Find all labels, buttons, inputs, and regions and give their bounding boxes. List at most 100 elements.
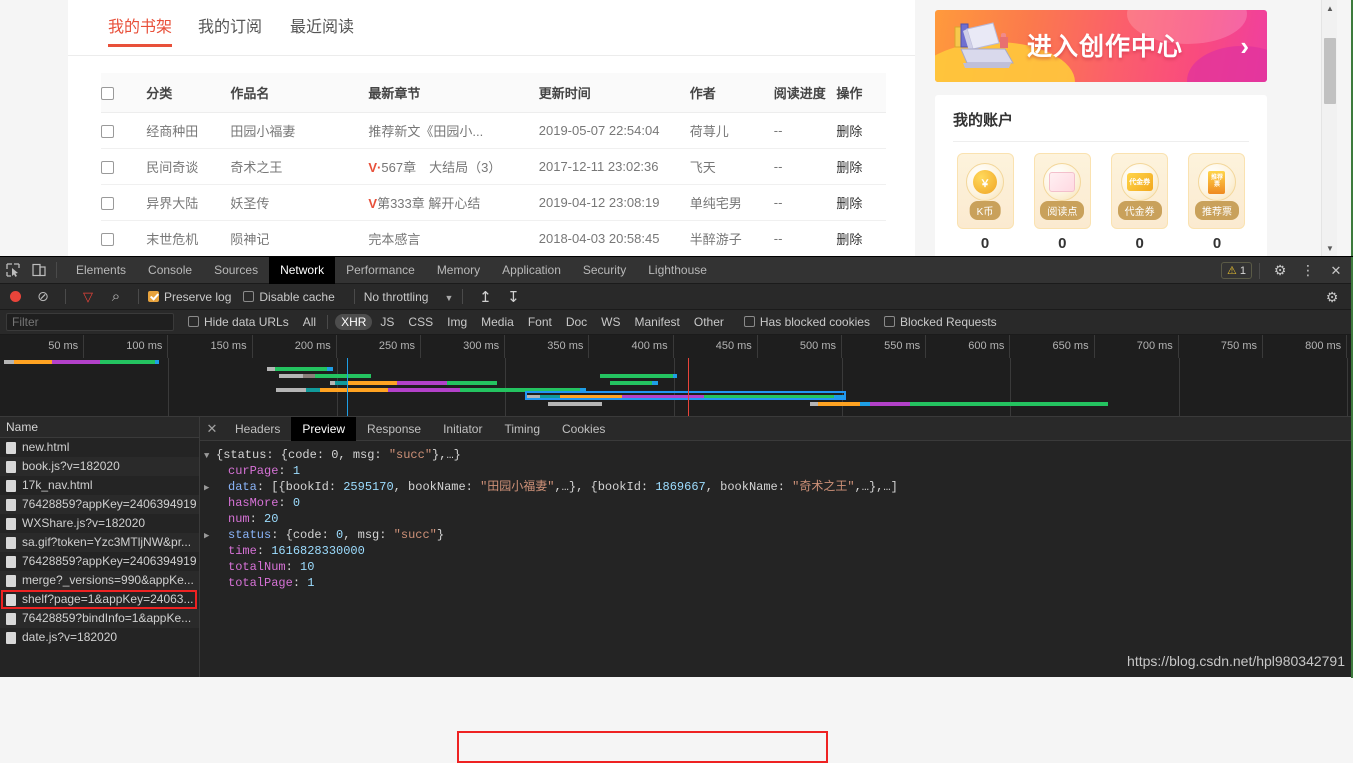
json-property-line[interactable]: ▶ status: {code: 0, msg: "succ"} xyxy=(204,527,1353,543)
filter-input[interactable] xyxy=(6,313,174,331)
blocked-requests-checkbox[interactable] xyxy=(883,316,895,327)
tab-my-subscriptions[interactable]: 我的订阅 xyxy=(198,10,262,46)
row-checkbox[interactable] xyxy=(101,197,114,211)
hide-data-urls-toggle[interactable]: Hide data URLs xyxy=(188,315,289,329)
blocked-requests-toggle[interactable]: Blocked Requests xyxy=(883,315,997,329)
preserve-log-toggle[interactable]: Preserve log xyxy=(148,290,231,304)
delete-button[interactable]: 删除 xyxy=(836,196,862,211)
close-icon[interactable]: ✕ xyxy=(1323,258,1349,284)
type-filter-font[interactable]: Font xyxy=(522,314,558,330)
page-scrollbar[interactable]: ▲ ▼ xyxy=(1321,0,1337,256)
asset-card-kcoin[interactable]: ￥ K币 xyxy=(956,153,1014,229)
has-blocked-cookies-toggle[interactable]: Has blocked cookies xyxy=(743,315,870,329)
request-row[interactable]: sa.gif?token=Yzc3MTljNW&pr... xyxy=(0,533,199,552)
type-filter-js[interactable]: JS xyxy=(374,314,400,330)
warning-badge[interactable]: ⚠ 1 xyxy=(1221,262,1252,279)
request-list[interactable]: Name new.html book.js?v=182020 17k_nav.htm… xyxy=(0,417,200,677)
detail-tab-cookies[interactable]: Cookies xyxy=(551,417,616,441)
cell-chapter[interactable]: 完本感言 xyxy=(368,220,539,256)
type-filter-css[interactable]: CSS xyxy=(402,314,439,330)
cell-title[interactable]: 奇术之王 xyxy=(230,148,369,185)
request-row[interactable]: 76428859?bindInfo=1&appKe... xyxy=(0,609,199,628)
type-filter-media[interactable]: Media xyxy=(475,314,520,330)
throttling-select[interactable]: No throttling ▼ xyxy=(364,290,454,304)
table-row[interactable]: 异界大陆 妖圣传 V第333章 解开心结 2019-04-12 23:08:19… xyxy=(101,184,886,221)
scrollbar-thumb[interactable] xyxy=(1324,38,1336,104)
json-root-line[interactable]: ▼ {status: {code: 0, msg: "succ"},…} xyxy=(204,447,1353,463)
detail-tab-initiator[interactable]: Initiator xyxy=(432,417,493,441)
request-row[interactable]: shelf?page=1&appKey=24063... xyxy=(0,590,199,609)
gear-icon[interactable]: ⚙ xyxy=(1267,258,1293,284)
tab-recently-read[interactable]: 最近阅读 xyxy=(290,10,354,46)
more-options-icon[interactable]: ⋮ xyxy=(1295,258,1321,284)
tab-console[interactable]: Console xyxy=(137,257,203,284)
detail-tab-preview[interactable]: Preview xyxy=(291,416,357,441)
request-row[interactable]: 76428859?appKey=2406394919 xyxy=(0,552,199,571)
inspect-element-icon[interactable] xyxy=(0,257,26,283)
json-property-line[interactable]: totalPage: 1 xyxy=(204,575,1353,591)
record-button[interactable] xyxy=(10,291,21,302)
cell-chapter[interactable]: V第333章 解开心结 xyxy=(368,184,539,221)
request-row[interactable]: 76428859?appKey=2406394919 xyxy=(0,495,199,514)
request-row[interactable]: WXShare.js?v=182020 xyxy=(0,514,199,533)
delete-button[interactable]: 删除 xyxy=(836,232,862,247)
select-all-checkbox[interactable] xyxy=(101,87,114,101)
type-filter-xhr[interactable]: XHR xyxy=(335,314,373,330)
tab-memory[interactable]: Memory xyxy=(426,257,491,284)
json-preview[interactable]: ▼ {status: {code: 0, msg: "succ"},…} curPa… xyxy=(200,441,1353,677)
search-icon[interactable]: ⌕ xyxy=(103,284,129,310)
preserve-log-checkbox[interactable] xyxy=(148,290,159,302)
expand-arrow-icon[interactable]: ▶ xyxy=(204,480,216,496)
table-row[interactable]: 民间奇谈 奇术之王 V·567章 大结局（3） 2017-12-11 23:02… xyxy=(101,148,886,185)
type-filter-all[interactable]: All xyxy=(297,314,322,330)
filter-icon[interactable]: ▽ xyxy=(75,284,101,310)
json-property-line[interactable]: hasMore: 0 xyxy=(204,495,1353,511)
request-row[interactable]: 17k_nav.html xyxy=(0,476,199,495)
type-filter-ws[interactable]: WS xyxy=(595,314,626,330)
clear-icon[interactable]: ⊘ xyxy=(30,284,56,310)
detail-tab-headers[interactable]: Headers xyxy=(224,417,291,441)
enter-creation-center-banner[interactable]: 进入创作中心 › xyxy=(935,10,1267,82)
tab-security[interactable]: Security xyxy=(572,257,637,284)
tab-application[interactable]: Application xyxy=(491,257,572,284)
network-overview-timeline[interactable]: 50 ms 100 ms 150 ms 200 ms 250 ms 300 ms 350 m… xyxy=(0,335,1353,417)
has-blocked-cookies-checkbox[interactable] xyxy=(743,316,755,327)
scroll-down-arrow-icon[interactable]: ▼ xyxy=(1322,240,1338,256)
request-row[interactable]: book.js?v=182020 xyxy=(0,457,199,476)
tab-performance[interactable]: Performance xyxy=(335,257,426,284)
network-settings-gear-icon[interactable]: ⚙ xyxy=(1319,284,1345,310)
table-row[interactable]: 经商种田 田园小福妻 推荐新文《田园小... 2019-05-07 22:54:… xyxy=(101,112,886,149)
delete-button[interactable]: 删除 xyxy=(836,124,862,139)
table-row[interactable]: 末世危机 陨神记 完本感言 2018-04-03 20:58:45 半醉游子 -… xyxy=(101,220,886,256)
tab-elements[interactable]: Elements xyxy=(65,257,137,284)
request-row[interactable]: new.html xyxy=(0,438,199,457)
json-property-line[interactable]: curPage: 1 xyxy=(204,463,1353,479)
detail-tab-response[interactable]: Response xyxy=(356,417,432,441)
disable-cache-checkbox[interactable] xyxy=(243,290,255,302)
expand-arrow-icon[interactable]: ▶ xyxy=(204,528,216,544)
scroll-up-arrow-icon[interactable]: ▲ xyxy=(1322,0,1338,16)
hide-data-urls-checkbox[interactable] xyxy=(188,316,199,327)
row-checkbox[interactable] xyxy=(101,125,114,139)
type-filter-manifest[interactable]: Manifest xyxy=(629,314,686,330)
type-filter-other[interactable]: Other xyxy=(688,314,730,330)
asset-card-recommend-ticket[interactable]: 推荐票 推荐票 xyxy=(1188,153,1246,229)
asset-card-readpoint[interactable]: 阅读点 xyxy=(1033,153,1091,229)
tab-sources[interactable]: Sources xyxy=(203,257,269,284)
request-row[interactable]: date.js?v=182020 xyxy=(0,628,199,647)
request-row[interactable]: merge?_versions=990&appKe... xyxy=(0,571,199,590)
close-detail-icon[interactable]: ✕ xyxy=(200,421,224,437)
tab-network[interactable]: Network xyxy=(269,256,336,284)
cell-title[interactable]: 田园小福妻 xyxy=(230,112,369,149)
type-filter-doc[interactable]: Doc xyxy=(560,314,593,330)
row-checkbox[interactable] xyxy=(101,233,114,247)
import-har-icon[interactable]: ↥ xyxy=(472,284,498,310)
json-property-line[interactable]: num: 20 xyxy=(204,511,1353,527)
row-checkbox[interactable] xyxy=(101,161,114,175)
json-property-line[interactable]: time: 1616828330000 xyxy=(204,543,1353,559)
device-toolbar-icon[interactable] xyxy=(26,257,52,283)
tab-lighthouse[interactable]: Lighthouse xyxy=(637,257,718,284)
asset-card-voucher[interactable]: 代金券 代金券 xyxy=(1111,153,1169,229)
cell-chapter[interactable]: V·567章 大结局（3） xyxy=(368,148,539,185)
json-property-line[interactable]: totalNum: 10 xyxy=(204,559,1353,575)
